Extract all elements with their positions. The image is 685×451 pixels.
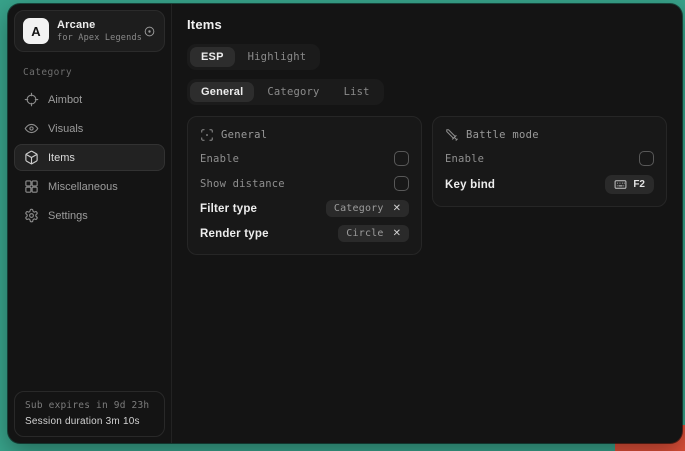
app-subtitle: for Apex Legends (57, 33, 135, 43)
sidebar-item-label: Items (48, 152, 75, 164)
keyboard-icon (614, 178, 627, 191)
tab-highlight[interactable]: Highlight (237, 47, 318, 67)
subtab-category[interactable]: Category (256, 82, 330, 102)
row-render-type: Render type Circle ✕ (200, 225, 409, 242)
row-label: Key bind (445, 179, 495, 191)
clear-icon[interactable]: ✕ (393, 204, 401, 214)
checkbox-enable[interactable] (394, 151, 409, 166)
row-label: Show distance (200, 178, 285, 190)
grid-icon (24, 179, 39, 194)
row-label: Enable (445, 153, 484, 165)
sidebar-item-miscellaneous[interactable]: Miscellaneous (14, 173, 165, 200)
row-filter-type: Filter type Category ✕ (200, 200, 409, 217)
app-window: A Arcane for Apex Legends Category Aimbo… (8, 4, 682, 443)
sidebar-item-aimbot[interactable]: Aimbot (14, 86, 165, 113)
page-title: Items (187, 17, 667, 32)
subtab-general[interactable]: General (190, 82, 254, 102)
panel-title: Battle mode (466, 129, 539, 141)
scan-icon (200, 128, 214, 142)
panel-title: General (221, 129, 267, 141)
mode-tab-group: ESPHighlight (187, 44, 320, 70)
sidebar-item-label: Settings (48, 210, 88, 222)
row-show-distance: Show distance (200, 175, 409, 192)
session-duration-text: Session duration 3m 10s (25, 416, 154, 427)
sidebar-item-visuals[interactable]: Visuals (14, 115, 165, 142)
sidebar-item-items[interactable]: Items (14, 144, 165, 171)
panel-header: Battle mode (445, 127, 654, 142)
select-render-type[interactable]: Circle ✕ (338, 225, 409, 242)
sidebar-section-label: Category (23, 67, 156, 78)
keybind-value: F2 (633, 179, 645, 190)
sidebar: A Arcane for Apex Legends Category Aimbo… (8, 4, 172, 443)
checkbox-enable[interactable] (639, 151, 654, 166)
panel-header: General (200, 127, 409, 142)
sidebar-item-label: Aimbot (48, 94, 82, 106)
row-enable: Enable (445, 150, 654, 167)
row-label: Render type (200, 228, 269, 240)
sidebar-item-label: Visuals (48, 123, 83, 135)
row-key-bind: Key bind F2 (445, 175, 654, 194)
sidebar-nav: Aimbot Visuals Items Miscellaneous Settings (14, 86, 165, 229)
row-enable: Enable (200, 150, 409, 167)
settings-panels: General Enable Show distance Filter type Cat… (187, 116, 667, 255)
keybind-key-bind[interactable]: F2 (605, 175, 654, 194)
subscription-card: Sub expires in 9d 23h Session duration 3… (14, 391, 165, 437)
clear-icon[interactable]: ✕ (393, 229, 401, 239)
panel-battle-mode: Battle mode Enable Key bind F2 (432, 116, 667, 207)
box-icon (24, 150, 39, 165)
sub-tab-group: GeneralCategoryList (187, 79, 384, 105)
panel-general: General Enable Show distance Filter type Cat… (187, 116, 422, 255)
target-icon[interactable] (143, 25, 156, 38)
sword-icon (445, 128, 459, 142)
select-value: Category (334, 203, 384, 214)
sidebar-item-label: Miscellaneous (48, 181, 118, 193)
crosshair-icon (24, 92, 39, 107)
sidebar-item-settings[interactable]: Settings (14, 202, 165, 229)
sub-expires-text: Sub expires in 9d 23h (25, 400, 154, 411)
subtab-list[interactable]: List (333, 82, 381, 102)
checkbox-show-distance[interactable] (394, 176, 409, 191)
tab-esp[interactable]: ESP (190, 47, 235, 67)
gear-icon (24, 208, 39, 223)
row-label: Filter type (200, 203, 257, 215)
select-filter-type[interactable]: Category ✕ (326, 200, 409, 217)
app-header-card: A Arcane for Apex Legends (14, 10, 165, 52)
app-title: Arcane (57, 19, 135, 31)
select-value: Circle (346, 228, 383, 239)
main-content: Items ESPHighlight GeneralCategoryList G… (172, 4, 682, 443)
row-label: Enable (200, 153, 239, 165)
app-logo: A (23, 18, 49, 44)
eye-icon (24, 121, 39, 136)
